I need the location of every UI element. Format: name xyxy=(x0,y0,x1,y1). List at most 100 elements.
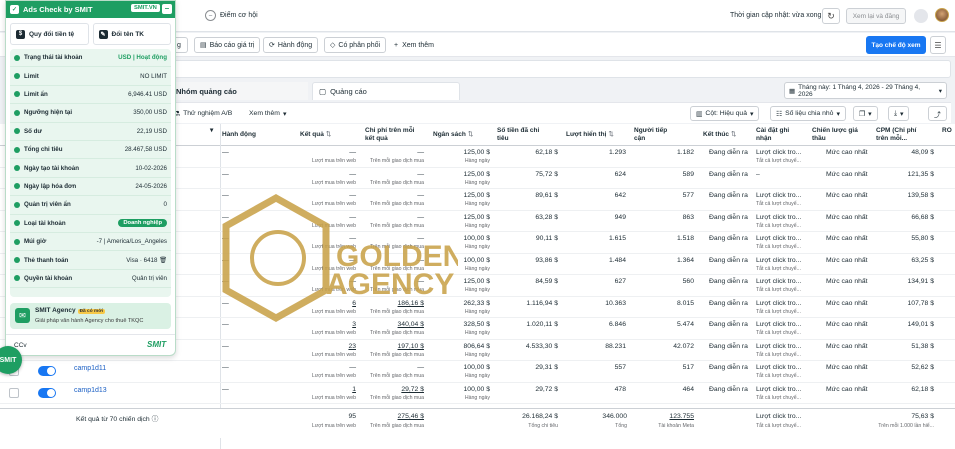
settings-button[interactable]: ☰ xyxy=(930,36,946,54)
header-sort-icon[interactable]: ▾ xyxy=(210,127,213,135)
header-bid-strategy[interactable]: Chiến lược giá thầu xyxy=(812,127,867,143)
cell-cpm: 107,78 $ xyxy=(907,299,934,307)
cell-attribution-sub: Tắt cả lượt chuyể... xyxy=(756,201,801,207)
cell-end: Đang diễn ra xyxy=(709,149,748,156)
account-info-row: Ngưỡng hiện tại 350,00 USD xyxy=(10,104,171,123)
cell-result: 3 xyxy=(352,321,356,328)
header-reach[interactable]: Người tiếp cận xyxy=(634,127,674,143)
search-bar[interactable] xyxy=(170,60,951,78)
account-info-row: Ngày lập hóa đơn 24-05-2026 xyxy=(10,178,171,197)
view-more-dropdown[interactable]: Xem thêm ▾ xyxy=(244,106,292,121)
account-info-row: Trạng thái tài khoản USD | Hoạt động xyxy=(10,49,171,68)
info-label: Trạng thái tài khoản xyxy=(24,54,83,62)
cell-impressions: 1.293 xyxy=(608,149,626,156)
header-attribution[interactable]: Cài đặt ghi nhận xyxy=(756,127,806,143)
cell-impressions: 627 xyxy=(614,278,626,285)
review-publish-button[interactable]: Xem lại và đăng xyxy=(846,8,906,24)
cell-budget: 100,00 $ xyxy=(463,235,490,242)
header-end[interactable]: Kết thúc ⇅ xyxy=(703,131,736,139)
row-checkbox[interactable] xyxy=(9,387,19,398)
info-label: Limit xyxy=(24,72,39,80)
table-row[interactable]: camp1d13—1 Lượt mua trên web 29,72 $ Trên m… xyxy=(0,383,955,404)
campaign-toggle[interactable] xyxy=(38,387,56,398)
cell-attribution: Lượt click tro... xyxy=(756,299,802,307)
cell-bid-strategy: Mức cao nhất xyxy=(826,342,868,350)
chart-button[interactable]: ⤴ xyxy=(928,106,947,121)
more-button[interactable]: + Xem thêm xyxy=(394,37,434,53)
export-button[interactable]: ⤓ ▾ xyxy=(888,106,910,121)
copy-icon: ❐ xyxy=(859,110,866,118)
cell-cost-per-result: 29,72 $ xyxy=(401,385,424,393)
header-roas[interactable]: RO xyxy=(942,127,952,135)
breakdown-dropdown[interactable]: ☷ Số liệu chia nhỏ ▾ xyxy=(770,106,846,121)
cell-action: — xyxy=(222,342,229,350)
cell-attribution: Lượt click tro... xyxy=(756,213,802,221)
ab-test-button[interactable]: ⚗ Thử nghiệm A/B xyxy=(170,106,238,121)
minimize-icon[interactable]: – xyxy=(162,4,172,14)
chevron-down-icon: ▾ xyxy=(938,87,942,95)
cell-amount-spent: 84,59 $ xyxy=(535,278,558,285)
create-view-button[interactable]: Tạo chế độ xem xyxy=(866,36,926,54)
action-button[interactable]: ⟳ Hành động xyxy=(263,37,319,53)
cell-cpm: 139,58 $ xyxy=(907,192,934,199)
cell-impressions: 10.363 xyxy=(605,299,626,307)
cell-attribution-sub: Tắt cả lượt chuyể... xyxy=(756,244,801,250)
agency-title: SMIT Agency Đã có mới xyxy=(35,307,105,314)
cell-end: Đang diễn ra xyxy=(709,385,748,393)
totals-label-text: Kết quả từ 70 chiến dịch xyxy=(76,416,150,423)
header-cpr[interactable]: Chi phí trên mỗi kết quả xyxy=(365,127,423,143)
refresh-button[interactable]: ↻ xyxy=(822,8,840,24)
cell-action: — xyxy=(222,213,229,221)
cell-end: Đang diễn ra xyxy=(709,235,748,242)
header-cpm[interactable]: CPM (Chi phí trên mỗi... xyxy=(876,127,926,143)
trash-icon[interactable]: 🗑 xyxy=(159,257,167,264)
tab-ads[interactable]: ▢ Quảng cáo xyxy=(312,82,460,100)
campaign-name-link[interactable]: camp1d13 xyxy=(74,387,107,394)
report-button[interactable]: ▤ Báo cáo giá trị xyxy=(194,37,261,53)
cell-impressions: 1.615 xyxy=(608,235,626,242)
cell-cost-per-result-sub: Trên mỗi giao dịch mua xyxy=(369,158,424,164)
info-icon: ⓘ xyxy=(151,416,159,423)
columns-dropdown[interactable]: ▥ Cột: Hiệu quả ▾ xyxy=(690,106,760,121)
shareable-button[interactable]: ◇ Có phân phối xyxy=(324,37,387,53)
header-action[interactable]: Hành động xyxy=(222,131,256,139)
cell-result: 6 xyxy=(352,299,356,307)
change-currency-button[interactable]: $ Quy đổi tiền tệ xyxy=(10,23,89,45)
header-result[interactable]: Kết quả ⇅ xyxy=(300,131,331,139)
header-impressions[interactable]: Lượt hiển thị ⇅ xyxy=(566,131,614,139)
rename-account-button[interactable]: ✎ Đổi tên TK xyxy=(92,23,171,45)
cell-budget-sub: Hàng ngày xyxy=(464,287,490,293)
extension-site-badge[interactable]: SMIT.VN xyxy=(131,4,160,12)
cell-result-sub: Lượt mua trên web xyxy=(311,244,356,250)
account-info-row: Loại tài khoản Doanh nghiệp xyxy=(10,215,171,233)
cell-action: — xyxy=(222,278,229,285)
header-spent[interactable]: Số tiền đã chi tiêu xyxy=(497,127,552,143)
tab-ad-sets[interactable]: Nhóm quảng cáo xyxy=(170,82,308,100)
cell-result: — xyxy=(349,170,356,178)
cell-attribution: Lượt click tro... xyxy=(756,235,802,242)
avatar[interactable] xyxy=(935,8,949,22)
report-menu-button[interactable]: ❐ ▾ xyxy=(853,106,878,121)
cell-result: — xyxy=(349,149,356,156)
cell-result: 23 xyxy=(348,342,356,350)
info-bullet-icon xyxy=(14,220,20,227)
account-info-row: Limit NO LIMIT xyxy=(10,67,171,86)
info-label: Ngày tạo tài khoản xyxy=(24,164,80,172)
campaign-toggle[interactable] xyxy=(38,366,56,376)
campaign-name-link[interactable]: camp1d11 xyxy=(74,365,106,372)
date-range-picker[interactable]: ▦ Tháng này: 1 Tháng 4, 2026 - 29 Tháng … xyxy=(784,82,947,99)
info-label: Ngưỡng hiện tại xyxy=(24,109,73,117)
table-row[interactable]: camp1d11 — — Lượt mua trên web — Trên mỗi gia… xyxy=(0,361,955,383)
currency-icon: $ xyxy=(16,29,25,39)
cell-amount-spent: 1.020,11 $ xyxy=(526,321,558,328)
opportunity-score[interactable]: – Điểm cơ hội xyxy=(205,10,258,21)
cell-cpm: 134,91 $ xyxy=(907,278,934,285)
notification-icon[interactable] xyxy=(914,9,928,23)
agency-title-text: SMIT Agency xyxy=(35,307,76,314)
totals-reach: 123.755 xyxy=(669,413,694,420)
cell-cpm: 63,25 $ xyxy=(911,256,934,264)
smit-agency-banner[interactable]: ✉ SMIT Agency Đã có mới Giải pháp văn hàn… xyxy=(10,303,171,329)
cell-budget-sub: Hàng ngày xyxy=(464,373,490,379)
cell-result: — xyxy=(349,364,356,371)
header-budget[interactable]: Ngân sách ⇅ xyxy=(433,131,473,139)
